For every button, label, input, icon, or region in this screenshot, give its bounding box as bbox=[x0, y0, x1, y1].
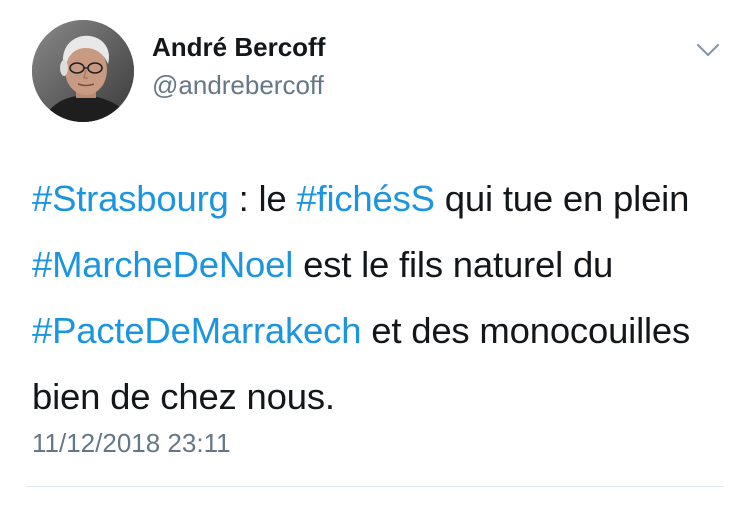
hashtag-link[interactable]: #MarcheDeNoel bbox=[32, 244, 293, 285]
hashtag-link[interactable]: #Strasbourg bbox=[32, 178, 229, 219]
hashtag-link[interactable]: #fichésS bbox=[296, 178, 435, 219]
tweet-text-segment: : le bbox=[228, 178, 297, 219]
avatar[interactable] bbox=[32, 20, 134, 122]
chevron-down-icon[interactable] bbox=[696, 42, 720, 58]
author-display-name[interactable]: André Bercoff bbox=[152, 32, 325, 63]
author-username[interactable]: @andrebercoff bbox=[152, 70, 324, 101]
divider bbox=[26, 486, 724, 487]
tweet: André Bercoff @andrebercoff #Strasbourg … bbox=[0, 0, 750, 512]
tweet-text-segment: est le fils naturel du bbox=[293, 244, 614, 285]
avatar-photo bbox=[32, 20, 134, 122]
hashtag-link[interactable]: #PacteDeMarrakech bbox=[32, 310, 362, 351]
tweet-timestamp[interactable]: 11/12/2018 23:11 bbox=[32, 428, 231, 459]
tweet-text: #Strasbourg : le #fichésS qui tue en ple… bbox=[32, 166, 732, 430]
tweet-text-segment: qui tue en plein bbox=[434, 178, 690, 219]
